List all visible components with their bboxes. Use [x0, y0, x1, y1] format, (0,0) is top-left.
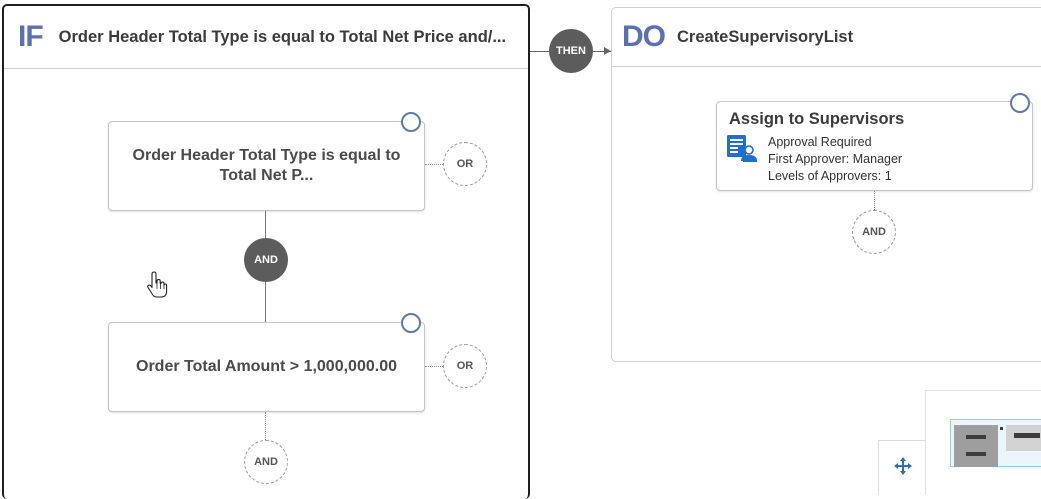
add-and-button[interactable]: AND: [244, 440, 288, 484]
minimap-do-block: [1006, 425, 1041, 451]
minimap-do-line: [1014, 433, 1040, 438]
condition-card-2[interactable]: Order Total Amount > 1,000,000.00: [108, 322, 425, 412]
minimap[interactable]: [925, 390, 1041, 495]
action-details: Approval Required First Approver: Manage…: [768, 134, 902, 185]
or-button-2[interactable]: OR: [443, 344, 487, 388]
condition-text-1: Order Header Total Type is equal to Tota…: [132, 147, 401, 184]
or-dotted-line-2: [425, 366, 443, 367]
minimap-connector-dot: [1000, 427, 1003, 430]
do-panel-header: DO CreateSupervisoryList: [612, 8, 1041, 67]
action-detail-line: First Approver: Manager: [768, 152, 903, 166]
approval-document-person-icon: [727, 134, 757, 162]
action-title: Assign to Supervisors: [729, 110, 905, 128]
or-dotted-line-1: [425, 164, 443, 165]
action-and-dotted-line: [874, 191, 875, 210]
if-panel-title[interactable]: Order Header Total Type is equal to Tota…: [59, 28, 506, 47]
do-keyword: DO: [622, 20, 666, 53]
minimap-if-line-2: [966, 452, 986, 456]
connector-arrowhead: [604, 47, 611, 55]
do-panel-title[interactable]: CreateSupervisoryList: [677, 28, 853, 47]
action-add-and-button[interactable]: AND: [852, 210, 896, 254]
hand-pointer-icon: [146, 271, 168, 299]
condition-text-2: Order Total Amount > 1,000,000.00: [136, 358, 397, 375]
minimap-if-block: [954, 425, 998, 467]
and-dotted-line: [265, 412, 266, 440]
condition-2-handle[interactable]: [401, 313, 421, 333]
if-panel-header: IF Order Header Total Type is equal to T…: [4, 6, 528, 69]
move-control[interactable]: [878, 440, 926, 495]
and-operator[interactable]: AND: [244, 238, 288, 282]
move-arrows-icon: [893, 456, 912, 480]
or-button-1[interactable]: OR: [443, 142, 487, 186]
action-handle[interactable]: [1010, 93, 1030, 113]
minimap-if-line-1: [966, 435, 986, 439]
action-detail-line: Approval Required: [768, 135, 872, 149]
then-connector[interactable]: THEN: [549, 29, 593, 73]
action-card[interactable]: Assign to Supervisors Approval Required …: [716, 101, 1033, 191]
condition-1-handle[interactable]: [401, 112, 421, 132]
action-detail-line: Levels of Approvers: 1: [768, 169, 892, 183]
if-keyword: IF: [18, 20, 44, 53]
condition-card-1[interactable]: Order Header Total Type is equal to Tota…: [108, 121, 425, 211]
